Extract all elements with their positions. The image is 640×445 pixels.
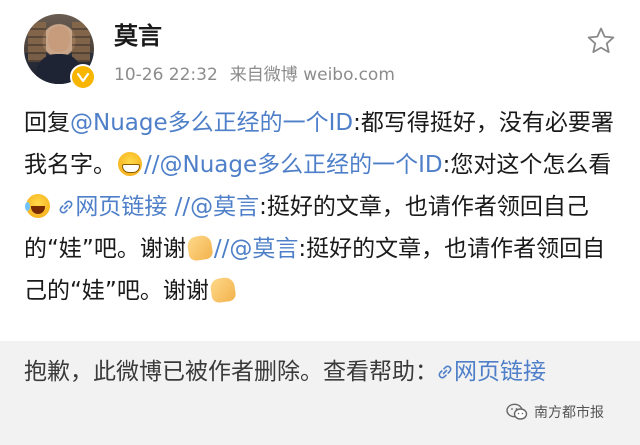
deleted-notice-text: 抱歉，此微博已被作者删除。查看帮助： xyxy=(24,359,438,385)
laugh-cry-emoji-icon xyxy=(25,194,50,218)
link-icon xyxy=(59,200,73,214)
web-link-label: 网页链接 xyxy=(75,194,168,220)
help-web-link[interactable]: 网页链接 xyxy=(438,359,546,385)
star-icon[interactable] xyxy=(586,26,616,56)
link-icon xyxy=(438,365,452,379)
repost-separator: // xyxy=(213,236,230,262)
web-link[interactable]: 网页链接 xyxy=(59,194,167,220)
help-web-link-label: 网页链接 xyxy=(454,359,546,385)
deleted-notice-panel: 抱歉，此微博已被作者删除。查看帮助： 网页链接 xyxy=(0,341,640,445)
avatar-face xyxy=(48,26,70,52)
deleted-notice: 抱歉，此微博已被作者删除。查看帮助： 网页链接 xyxy=(24,353,618,391)
watermark: 南方都市报 xyxy=(506,402,604,422)
wechat-icon xyxy=(506,403,528,420)
timestamp: 10-26 22:32 xyxy=(114,65,218,85)
mention-link[interactable]: @Nuage多么正经的一个ID xyxy=(160,152,443,178)
weibo-post: 莫言 10-26 22:32 来自微博 weibo.com 回复@Nuage多么正… xyxy=(0,0,640,340)
watermark-text: 南方都市报 xyxy=(534,405,604,421)
repost-separator: // xyxy=(167,194,191,220)
repost-separator: // xyxy=(144,152,160,178)
bookshelf-left xyxy=(28,22,46,62)
mention-link[interactable]: @莫言 xyxy=(229,236,298,262)
grin-emoji-icon xyxy=(118,152,142,176)
content-text: 回复 xyxy=(24,110,70,136)
mention-link[interactable]: @莫言 xyxy=(190,194,259,220)
verified-badge-icon xyxy=(70,64,96,90)
post-content: 回复@Nuage多么正经的一个ID:都写得挺好，没有必要署我名字。//@Nuag… xyxy=(24,102,618,312)
mention-link[interactable]: @Nuage多么正经的一个ID xyxy=(70,110,353,136)
username[interactable]: 莫言 xyxy=(114,16,162,51)
pray-emoji-icon xyxy=(209,276,237,304)
post-source: 来自微博 weibo.com xyxy=(229,65,395,85)
post-meta: 10-26 22:32 来自微博 weibo.com xyxy=(114,60,407,85)
content-text: :您对这个怎么看 xyxy=(442,152,612,178)
bookshelf-right xyxy=(72,22,90,62)
pray-emoji-icon xyxy=(186,234,214,262)
